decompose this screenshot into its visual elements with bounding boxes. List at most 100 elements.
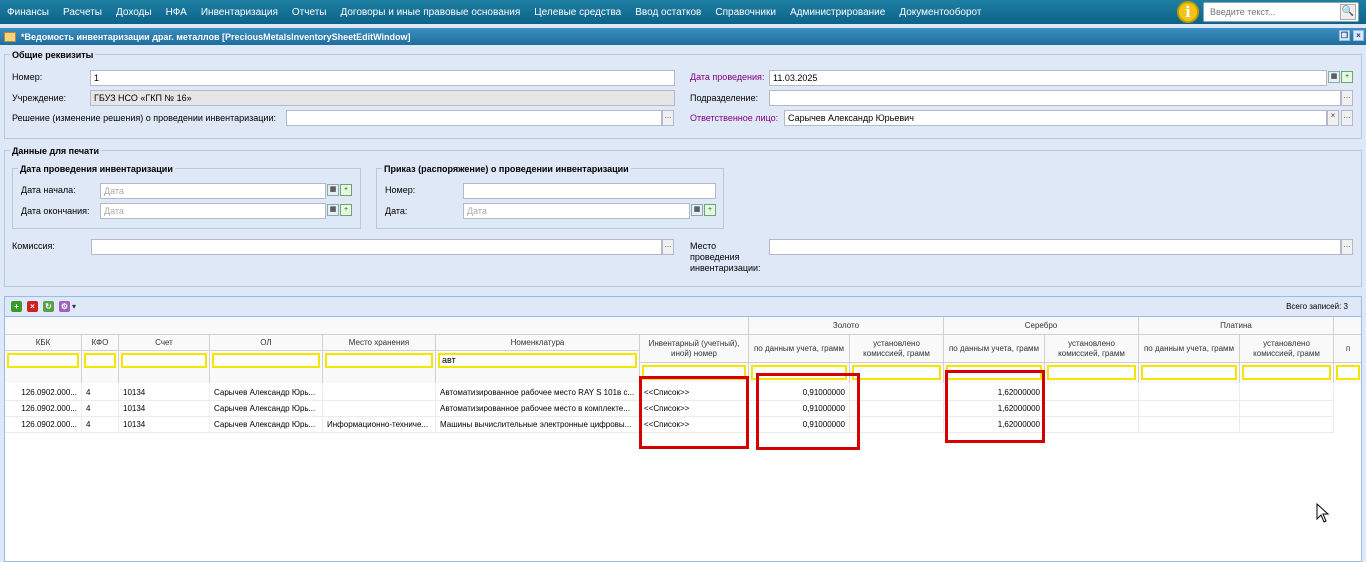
filter-cell-account [119,351,210,383]
menu-target-funds[interactable]: Целевые средства [527,7,628,18]
start-date-field[interactable]: Дата [100,183,326,199]
info-icon[interactable]: i [1177,1,1199,23]
filter-platinum-commission[interactable] [1242,365,1331,380]
menu-contracts[interactable]: Договоры и иные правовые основания [333,7,527,18]
responsible-label: Ответственное лицо: [690,113,779,123]
refresh-icon[interactable]: ↻ [43,301,54,312]
col-nomenclature[interactable]: Номенклатура [436,335,640,351]
global-search: 🔍 [1203,2,1359,22]
col-kbk[interactable]: КБК [5,335,82,351]
calendar-icon[interactable]: ▦ [327,184,339,196]
filter-cell-silver-commission [1045,363,1139,383]
filter-cell-kfo [82,351,119,383]
menu-references[interactable]: Справочники [708,7,783,18]
close-window-button[interactable]: × [1353,30,1364,41]
commission-field[interactable] [91,239,662,255]
calendar-icon[interactable]: ▦ [1328,71,1340,83]
decision-field[interactable] [286,110,662,126]
responsible-field[interactable]: Сарычев Александр Юрьевич [784,110,1327,126]
window-header: *Ведомость инвентаризации драг. металлов… [0,28,1366,45]
filter-platinum-accounting[interactable] [1141,365,1237,380]
cell-storage [323,401,436,417]
division-field[interactable] [769,90,1341,106]
group-header-gold: Золото [749,317,944,335]
highlight-inventory-number [639,376,749,449]
menu-reports[interactable]: Отчеты [285,7,334,18]
calendar-today-icon[interactable]: + [340,204,352,216]
menu-finance[interactable]: Финансы [0,7,56,18]
date-field[interactable]: 11.03.2025 [769,70,1327,86]
menu-document-flow[interactable]: Документооборот [892,7,988,18]
col-storage[interactable]: Место хранения [323,335,436,351]
filter-nomenclature[interactable]: авт [438,353,637,368]
search-icon[interactable]: 🔍 [1340,4,1356,20]
filter-cell-platinum-commission [1240,363,1334,383]
col-ol[interactable]: ОЛ [210,335,323,351]
menu-calculations[interactable]: Расчеты [56,7,109,18]
delete-icon[interactable]: × [27,301,38,312]
main-menu-bar: Финансы Расчеты Доходы НФА Инвентаризаци… [0,0,1366,24]
place-lookup-button[interactable]: ... [1341,239,1353,255]
col-inventory-number[interactable]: Инвентарный (учетный), иной) номер [640,335,749,363]
menu-nfa[interactable]: НФА [159,7,194,18]
place-label-line2: проведения [690,252,740,262]
cell-account: 10134 [119,417,210,433]
cell-ol: Сарычев Александр Юрь... [210,401,323,417]
menu-inventory[interactable]: Инвентаризация [194,7,285,18]
calendar-icon[interactable]: ▦ [327,204,339,216]
col-gold-accounting[interactable]: по данным учета, грамм [749,335,850,363]
cell-ol: Сарычев Александр Юрь... [210,417,323,433]
cell-gold-commission [850,417,944,433]
filter-kfo[interactable] [84,353,116,368]
col-next[interactable]: п [1334,335,1361,363]
end-date-field[interactable]: Дата [100,203,326,219]
order-date-field[interactable]: Дата [463,203,690,219]
document-icon [4,31,16,42]
decision-lookup-button[interactable]: ... [662,110,674,126]
col-platinum-commission[interactable]: установлено комиссией, грамм [1240,335,1334,363]
col-platinum-accounting[interactable]: по данным учета, грамм [1139,335,1240,363]
group-header-next [1334,317,1361,335]
menu-administration[interactable]: Администрирование [783,7,892,18]
window-title: *Ведомость инвентаризации драг. металлов… [21,31,411,42]
filter-next[interactable] [1336,365,1360,380]
filter-silver-commission[interactable] [1047,365,1136,380]
filter-storage[interactable] [325,353,433,368]
clear-icon[interactable]: × [1327,110,1339,126]
col-account[interactable]: Счет [119,335,210,351]
grid-toolbar: + × ↻ ⚙ ▾ Всего записей: 3 [5,297,1361,317]
place-field[interactable] [769,239,1341,255]
order-number-field[interactable] [463,183,716,199]
filter-cell-platinum-accounting [1139,363,1240,383]
filter-gold-commission[interactable] [852,365,941,380]
menu-income[interactable]: Доходы [109,7,159,18]
order-number-label: Номер: [385,185,416,195]
col-silver-commission[interactable]: установлено комиссией, грамм [1045,335,1139,363]
restore-window-button[interactable]: ❐ [1339,30,1350,41]
cell-platinum-accounting [1139,401,1240,417]
filter-kbk[interactable] [7,353,79,368]
calendar-icon[interactable]: ▦ [691,204,703,216]
number-field[interactable]: 1 [90,70,675,86]
commission-lookup-button[interactable]: ... [662,239,674,255]
mouse-cursor-icon [1316,503,1330,523]
filter-cell-storage [323,351,436,383]
calendar-today-icon[interactable]: + [1341,71,1353,83]
cell-kfo: 4 [82,401,119,417]
col-silver-accounting[interactable]: по данным учета, грамм [944,335,1045,363]
calendar-today-icon[interactable]: + [704,204,716,216]
col-kfo[interactable]: КФО [82,335,119,351]
chevron-down-icon[interactable]: ▾ [71,301,77,312]
division-lookup-button[interactable]: ... [1341,90,1353,106]
menu-opening-balances[interactable]: Ввод остатков [628,7,708,18]
filter-account[interactable] [121,353,207,368]
calendar-today-icon[interactable]: + [340,184,352,196]
add-icon[interactable]: + [11,301,22,312]
global-search-input[interactable] [1204,3,1334,21]
filter-ol[interactable] [212,353,320,368]
commission-label: Комиссия: [12,241,55,251]
responsible-lookup-button[interactable]: ... [1341,110,1353,126]
col-gold-commission[interactable]: установлено комиссией, грамм [850,335,944,363]
cell-kbk: 126.0902.000... [5,385,82,401]
settings-icon[interactable]: ⚙ [59,301,70,312]
